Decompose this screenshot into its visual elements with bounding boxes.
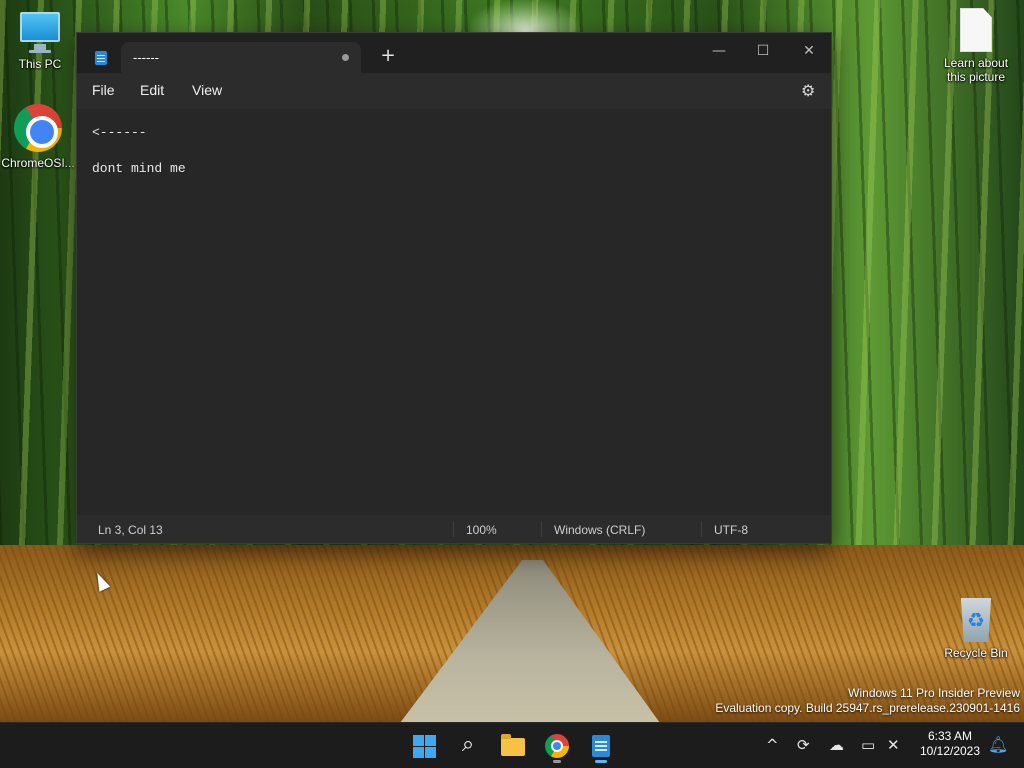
watermark-line-2: Evaluation copy. Build 25947.rs_prerelea… — [715, 701, 1020, 715]
evaluation-watermark: Windows 11 Pro Insider Preview Evaluatio… — [715, 686, 1020, 716]
menu-bar: File Edit View ⚙ — [77, 73, 831, 109]
new-tab-plus-icon[interactable]: + — [377, 45, 399, 67]
menu-edit[interactable]: Edit — [140, 82, 164, 98]
encoding[interactable]: UTF-8 — [714, 523, 748, 537]
desktop-icon-this-pc[interactable]: This PC — [0, 10, 80, 71]
chevron-up-icon[interactable]: ^ — [766, 736, 779, 754]
network-icon[interactable]: ▭ — [861, 736, 875, 754]
menu-view[interactable]: View — [192, 82, 222, 98]
document-icon — [960, 8, 992, 52]
sync-icon[interactable]: ⟳ — [797, 736, 810, 754]
active-indicator — [595, 760, 607, 763]
volume-muted-icon[interactable]: ✕ — [887, 736, 900, 754]
tab-title: ------ — [133, 50, 159, 65]
tab-document[interactable]: ------ — [121, 42, 361, 73]
text-editor[interactable]: <------ dont mind me — [77, 109, 831, 515]
start-icon[interactable] — [405, 728, 443, 764]
notepad-taskbar-icon[interactable] — [582, 728, 620, 764]
taskbar: ⌕ ^ ⟳ ☁ ▭ ✕ 6:33 AM 10/12/2023 🔔︎ — [0, 722, 1024, 768]
editor-line-1: <------ — [92, 125, 147, 140]
status-bar: Ln 3, Col 13 100% Windows (CRLF) UTF-8 — [77, 515, 831, 543]
desktop-icon-label: Recycle Bin — [944, 646, 1008, 660]
zoom-level[interactable]: 100% — [466, 523, 497, 537]
recycle-bin-icon — [960, 598, 992, 642]
close-icon[interactable]: ✕ — [787, 37, 831, 65]
desktop-icon-label: ChromeOSI... — [1, 156, 75, 170]
running-indicator — [553, 760, 561, 763]
notification-bell-icon[interactable]: 🔔︎ — [988, 735, 1008, 754]
settings-gear-icon[interactable]: ⚙ — [801, 81, 815, 100]
cloud-icon[interactable]: ☁ — [829, 736, 844, 754]
status-divider — [453, 521, 454, 537]
computer-icon — [20, 10, 60, 54]
search-icon[interactable]: ⌕ — [449, 728, 487, 764]
line-endings[interactable]: Windows (CRLF) — [554, 523, 645, 537]
unsaved-indicator-icon[interactable] — [342, 54, 349, 61]
chrome-icon — [14, 104, 62, 152]
title-bar[interactable]: ------ + — ☐ ✕ — [77, 33, 831, 73]
menu-file[interactable]: File — [92, 82, 115, 98]
desktop-icon-learn-picture[interactable]: Learn about this picture — [934, 8, 1018, 84]
cursor-position: Ln 3, Col 13 — [98, 523, 163, 537]
status-divider — [541, 521, 542, 537]
chrome-icon[interactable] — [538, 728, 576, 764]
notepad-icon — [95, 51, 107, 65]
notepad-window[interactable]: ------ + — ☐ ✕ File Edit View ⚙ <------ … — [76, 32, 832, 544]
maximize-icon[interactable]: ☐ — [741, 37, 785, 65]
file-explorer-icon[interactable] — [493, 728, 531, 764]
minimize-icon[interactable]: — — [697, 37, 741, 65]
clock-time: 6:33 AM — [927, 729, 973, 743]
desktop-icon-label: This PC — [18, 57, 62, 71]
status-divider — [701, 521, 702, 537]
desktop-icon-label: Learn about this picture — [943, 56, 1009, 84]
watermark-line-1: Windows 11 Pro Insider Preview — [848, 686, 1020, 700]
desktop-icon-chrome[interactable]: ChromeOSI... — [0, 104, 78, 170]
clock-date: 10/12/2023 — [919, 744, 981, 758]
clock[interactable]: 6:33 AM 10/12/2023 — [918, 729, 982, 759]
desktop-icon-recycle-bin[interactable]: Recycle Bin — [934, 598, 1018, 660]
editor-line-3: dont mind me — [92, 161, 186, 176]
